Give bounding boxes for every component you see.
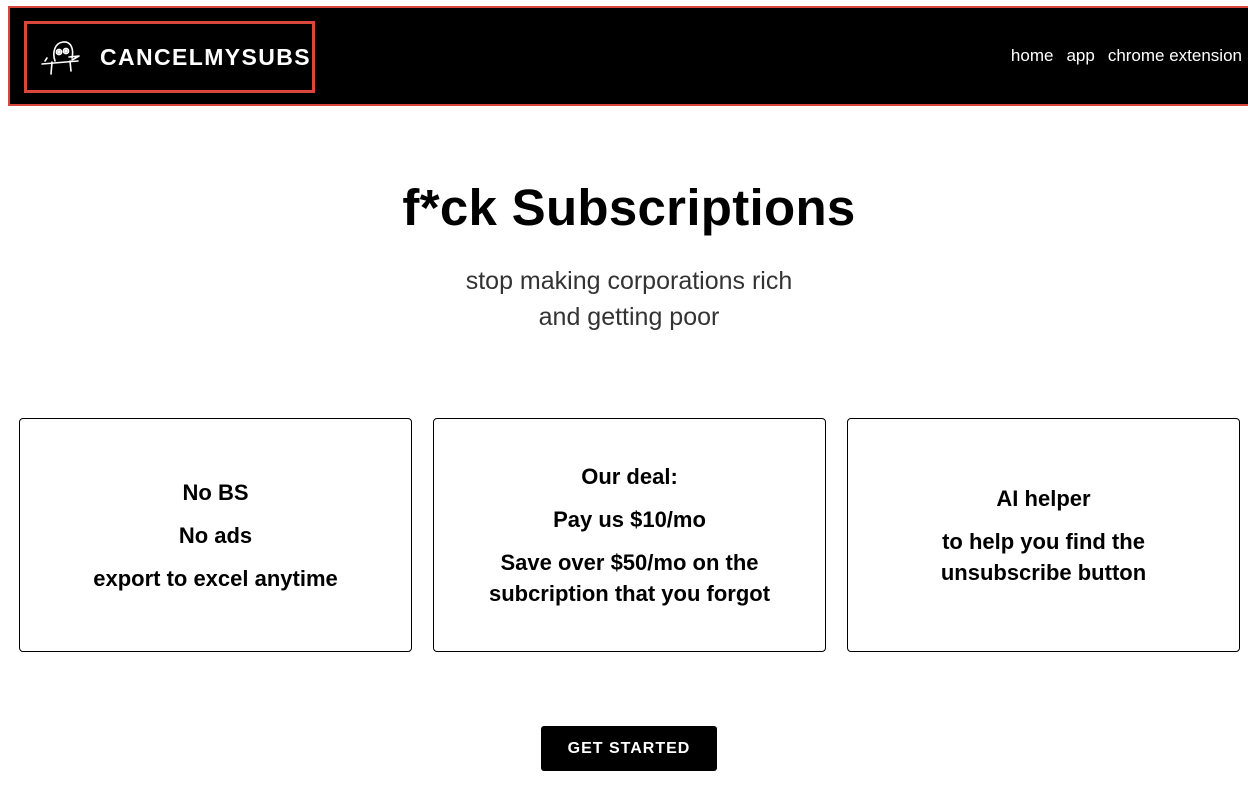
hero-subtitle-line-1: stop making corporations rich <box>465 267 793 295</box>
card-line: Save over $50/mo on the subcription that… <box>488 550 771 606</box>
feature-card-no-bs: No BS No ads export to excel anytime <box>19 418 412 652</box>
card-line: to help you find the unsubscribe button <box>940 528 1147 585</box>
doodle-creature-logo-icon <box>36 32 86 82</box>
hero-title: f*ck Subscriptions <box>402 179 856 236</box>
site-header: CANCELMYSUBS home app chrome extension <box>8 6 1248 106</box>
card-line: Pay us $10/mo <box>553 507 706 532</box>
feature-card-our-deal: Our deal: Pay us $10/mo Save over $50/mo… <box>433 418 826 652</box>
nav-link-home[interactable]: home <box>1011 46 1054 66</box>
hero-subtitle: stop making corporations rich and gettin… <box>0 263 1248 335</box>
brand-link[interactable]: CANCELMYSUBS <box>24 21 315 93</box>
card-line: Our deal: <box>581 464 678 489</box>
feature-card-ai-helper: AI helper to help you find the unsubscri… <box>847 418 1240 652</box>
card-line: No BS <box>182 479 249 505</box>
card-line: AI helper <box>996 485 1091 511</box>
card-line: No ads <box>178 522 253 548</box>
nav-link-chrome-extension[interactable]: chrome extension <box>1108 46 1242 66</box>
nav-link-app[interactable]: app <box>1066 46 1094 66</box>
get-started-button[interactable]: GET STARTED <box>541 726 717 771</box>
brand-name: CANCELMYSUBS <box>100 43 312 70</box>
hero-subtitle-line-2: and getting poor <box>538 303 720 331</box>
main-nav: home app chrome extension <box>1011 46 1242 66</box>
card-line: export to excel anytime <box>93 565 338 591</box>
